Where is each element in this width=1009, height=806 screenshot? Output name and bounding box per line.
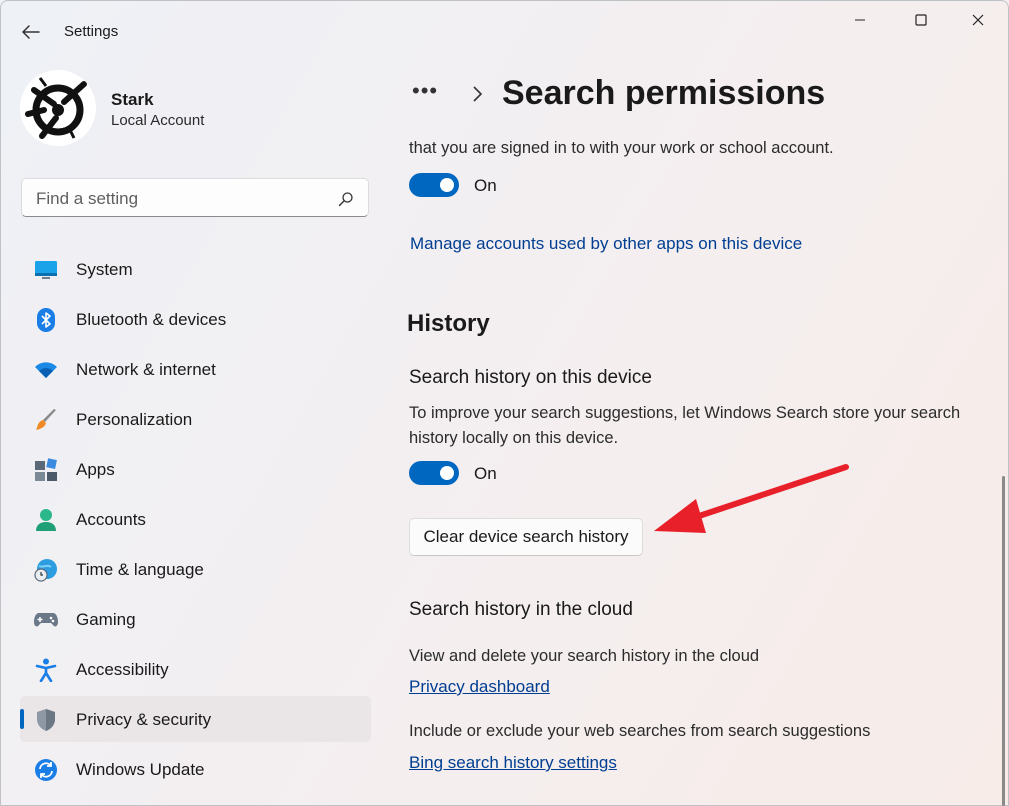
scrollbar-thumb[interactable] [1002, 476, 1005, 806]
minimize-button[interactable] [837, 6, 883, 34]
selection-indicator [20, 709, 24, 729]
sidebar-item-accessibility[interactable]: Accessibility [20, 646, 371, 692]
device-history-toggle[interactable] [409, 461, 459, 485]
sidebar-item-label: System [76, 260, 133, 279]
cloud-content-toggle[interactable] [409, 173, 459, 197]
chevron-right-icon [473, 86, 483, 102]
breadcrumb-overflow-button[interactable]: ••• [412, 78, 438, 104]
sidebar-item-time-language[interactable]: Time & language [20, 546, 371, 592]
privacy-dashboard-link[interactable]: Privacy dashboard [409, 677, 550, 697]
maximize-button[interactable] [898, 6, 944, 34]
sidebar-item-label: Personalization [76, 410, 193, 429]
close-icon [972, 14, 984, 26]
clear-device-history-button[interactable]: Clear device search history [409, 518, 643, 556]
sidebar-item-label: Gaming [76, 610, 136, 629]
sidebar-item-label: Bluetooth & devices [76, 310, 227, 329]
shield-icon [34, 708, 58, 732]
accessibility-icon [34, 658, 58, 682]
sidebar-item-label: Windows Update [76, 760, 205, 779]
person-icon [34, 508, 58, 532]
device-history-description: To improve your search suggestions, let … [409, 404, 961, 447]
cloud-content-toggle-state: On [474, 176, 497, 195]
history-section-title: History [407, 310, 490, 337]
sidebar-item-windows-update[interactable]: Windows Update [20, 746, 371, 792]
sidebar-item-privacy-security[interactable]: Privacy & security [20, 696, 371, 742]
sidebar-nav: System Bluetooth & devices Network & int… [20, 246, 371, 796]
annotation-arrow-icon [654, 464, 849, 533]
monitor-icon [34, 258, 58, 282]
sidebar-item-bluetooth[interactable]: Bluetooth & devices [20, 296, 371, 342]
search-box[interactable] [21, 178, 369, 217]
bing-history-settings-link[interactable]: Bing search history settings [409, 753, 617, 773]
back-button[interactable] [16, 18, 46, 46]
paintbrush-icon [34, 408, 58, 432]
cloud-content-description: that you are signed in to with your work… [409, 139, 834, 157]
apps-icon [34, 458, 58, 482]
sidebar-item-label: Time & language [76, 560, 204, 579]
user-avatar-icon [20, 70, 96, 146]
wifi-icon [34, 358, 58, 382]
sidebar-item-label: Network & internet [76, 360, 216, 379]
search-icon[interactable] [338, 191, 354, 207]
web-searches-description: Include or exclude your web searches fro… [409, 722, 871, 740]
sidebar-item-label: Accounts [76, 510, 146, 529]
cloud-history-title: Search history in the cloud [409, 599, 633, 620]
sidebar-item-label: Accessibility [76, 660, 169, 679]
sidebar-item-personalization[interactable]: Personalization [20, 396, 371, 442]
page-title: Search permissions [502, 74, 826, 112]
app-title: Settings [64, 23, 119, 40]
manage-accounts-link[interactable]: Manage accounts used by other apps on th… [410, 234, 802, 254]
sidebar-item-accounts[interactable]: Accounts [20, 496, 371, 542]
update-icon [34, 758, 58, 782]
device-history-title: Search history on this device [409, 367, 652, 388]
maximize-icon [915, 14, 927, 26]
gamepad-icon [34, 608, 58, 632]
sidebar-item-label: Apps [76, 460, 115, 479]
account-type: Local Account [111, 112, 205, 129]
close-button[interactable] [955, 6, 1001, 34]
title-bar: Settings [0, 0, 1009, 60]
avatar[interactable] [20, 70, 96, 146]
sidebar-item-apps[interactable]: Apps [20, 446, 371, 492]
bluetooth-icon [34, 308, 58, 332]
sidebar-item-gaming[interactable]: Gaming [20, 596, 371, 642]
user-name: Stark [111, 90, 154, 109]
sidebar-item-network[interactable]: Network & internet [20, 346, 371, 392]
sidebar-item-label: Privacy & security [76, 710, 212, 729]
cloud-history-description: View and delete your search history in t… [409, 647, 760, 665]
minimize-icon [855, 19, 865, 21]
sidebar-item-system[interactable]: System [20, 246, 371, 292]
device-history-toggle-state: On [474, 464, 497, 483]
globe-clock-icon [34, 558, 58, 582]
back-arrow-icon [22, 25, 40, 39]
search-input[interactable] [34, 187, 328, 211]
